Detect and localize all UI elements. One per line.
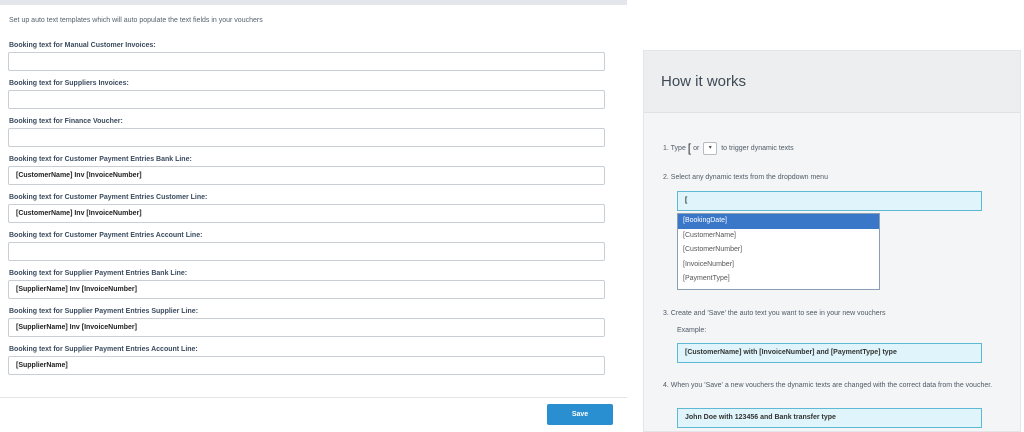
field-label-customer-payment-account-line: Booking text for Customer Payment Entrie…: [9, 232, 203, 239]
field-customer-payment-bank-line[interactable]: [CustomerName] Inv [InvoiceNumber]: [8, 166, 605, 185]
step-1-suffix: to trigger dynamic texts: [721, 145, 794, 152]
field-label-supplier-payment-supplier-line: Booking text for Supplier Payment Entrie…: [9, 308, 199, 315]
step-4: 4. When you 'Save' a new vouchers the dy…: [663, 382, 993, 389]
step-3: 3. Create and 'Save' the auto text you w…: [663, 310, 886, 317]
field-label-supplier-payment-bank-line: Booking text for Supplier Payment Entrie…: [9, 270, 188, 277]
dropdown-item-payment-type: [PaymentType]: [683, 275, 730, 282]
field-supplier-payment-supplier-line[interactable]: [SupplierName] Inv [InvoiceNumber]: [8, 318, 605, 337]
top-divider-bar: [0, 0, 627, 5]
dropdown-item-invoice-number: [InvoiceNumber]: [683, 260, 734, 268]
dropdown-item-customer-name: [CustomerName]: [683, 231, 736, 239]
example-label: Example:: [677, 327, 707, 334]
field-label-manual-customer-invoices: Booking text for Manual Customer Invoice…: [9, 42, 156, 49]
field-label-customer-payment-bank-line: Booking text for Customer Payment Entrie…: [9, 156, 192, 163]
field-label-customer-payment-customer-line: Booking text for Customer Payment Entrie…: [9, 194, 208, 201]
form-footer-divider: [0, 397, 627, 398]
field-customer-payment-customer-line[interactable]: [CustomerName] Inv [InvoiceNumber]: [8, 204, 605, 223]
step-1: 1. Type [ or ▾ to trigger dynamic texts: [663, 141, 794, 155]
example-result: John Doe with 123456 and Bank transfer t…: [677, 408, 982, 428]
dynamic-text-dropdown: [BookingDate] [CustomerName] [CustomerNu…: [677, 213, 880, 290]
field-label-supplier-payment-account-line: Booking text for Supplier Payment Entrie…: [9, 346, 198, 353]
dropdown-key-icon: ▾: [703, 141, 718, 155]
panel-header: How it works: [644, 51, 1020, 113]
save-button[interactable]: Save: [547, 404, 613, 425]
intro-text: Set up auto text templates which will au…: [9, 17, 263, 24]
field-finance-voucher[interactable]: [8, 128, 605, 147]
bracket-glyph: [: [687, 141, 692, 155]
step-1-prefix: 1. Type: [663, 145, 686, 152]
field-label-finance-voucher: Booking text for Finance Voucher:: [9, 118, 123, 125]
how-it-works-panel: How it works 1. Type [ or ▾ to trigger d…: [643, 50, 1021, 432]
dropdown-item-booking-date: [BookingDate]: [678, 214, 879, 229]
field-suppliers-invoices[interactable]: [8, 90, 605, 109]
step-1-or: or: [693, 145, 700, 152]
field-supplier-payment-account-line[interactable]: [SupplierName]: [8, 356, 605, 375]
dropdown-item-customer-number: [CustomerNumber]: [683, 246, 743, 253]
field-supplier-payment-bank-line[interactable]: [SupplierName] Inv [InvoiceNumber]: [8, 280, 605, 299]
demo-input: [: [677, 191, 982, 211]
field-label-suppliers-invoices: Booking text for Suppliers Invoices:: [9, 80, 129, 87]
field-manual-customer-invoices[interactable]: [8, 52, 605, 71]
step-2: 2. Select any dynamic texts from the dro…: [663, 174, 828, 181]
field-customer-payment-account-line[interactable]: [8, 242, 605, 261]
panel-title: How it works: [661, 73, 747, 90]
example-template: [CustomerName] with [InvoiceNumber] and …: [677, 343, 982, 363]
